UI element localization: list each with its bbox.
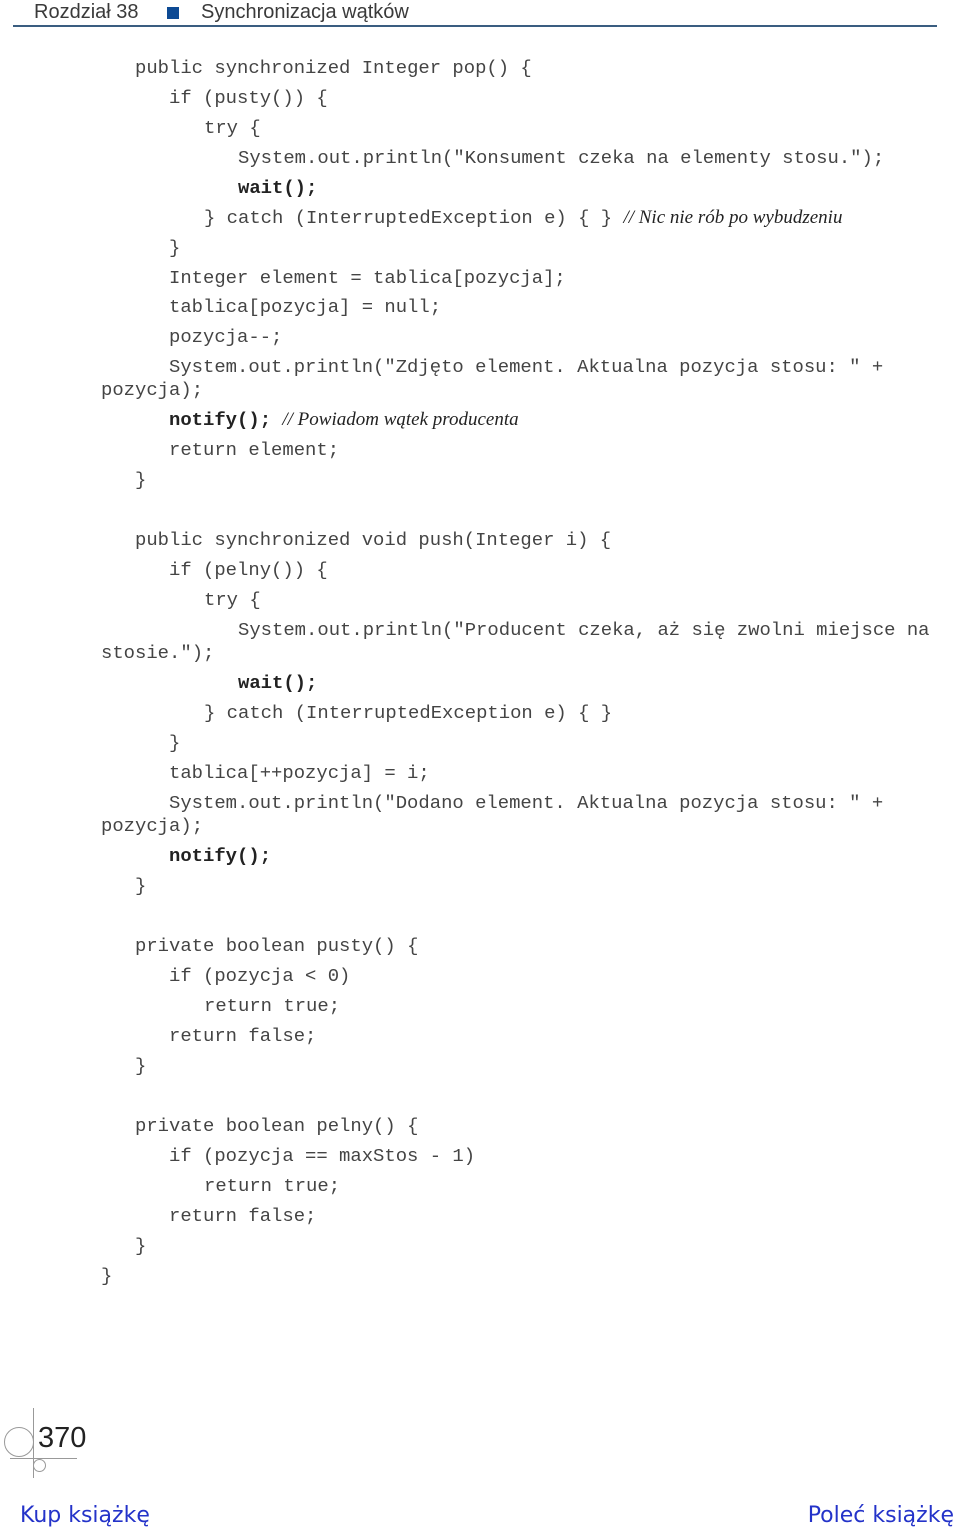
code-line: } [135, 1055, 147, 1077]
code-line: return true; [204, 995, 341, 1017]
code-line: } [169, 237, 181, 259]
recommend-book-link[interactable]: Poleć książkę [808, 1503, 954, 1528]
decorative-small-circle-icon [33, 1459, 46, 1472]
code-line-wait: wait(); [238, 672, 318, 694]
code-line: private boolean pusty() { [135, 935, 419, 957]
code-line: if (pelny()) { [169, 559, 328, 581]
code-line-wrapped: pozycja); [101, 815, 204, 837]
code-line: } catch (InterruptedException e) { } // … [204, 207, 842, 229]
code-line: } [169, 732, 181, 754]
decorative-circle-icon [4, 1427, 34, 1457]
code-line: } [135, 1235, 147, 1257]
code-line: Integer element = tablica[pozycja]; [169, 267, 566, 289]
code-line: } [135, 469, 147, 491]
code-line-wrapped: stosie."); [101, 642, 215, 664]
code-line: return element; [169, 439, 340, 461]
page-number-block: 370 [0, 1400, 120, 1480]
code-line: System.out.println("Dodano element. Aktu… [169, 792, 884, 814]
code-line-wait: wait(); [238, 177, 318, 199]
running-header: Rozdział 38 Synchronizacja wątków [0, 0, 960, 30]
code-line: pozycja--; [169, 326, 283, 348]
code-line: return true; [204, 1175, 341, 1197]
code-line: notify(); // Powiadom wątek producenta [169, 409, 519, 431]
chapter-number: Rozdział 38 [34, 1, 139, 23]
code-line-wrapped: pozycja); [101, 379, 204, 401]
buy-book-link[interactable]: Kup książkę [20, 1503, 150, 1528]
code-line: if (pozycja == maxStos - 1) [169, 1145, 476, 1167]
square-bullet-icon [167, 7, 179, 19]
code-line: try { [204, 589, 261, 611]
code-line: public synchronized void push(Integer i)… [135, 529, 612, 551]
code-line: } [135, 875, 147, 897]
code-line: return false; [169, 1025, 317, 1047]
code-line: if (pozycja < 0) [169, 965, 351, 987]
code-line: if (pusty()) { [169, 87, 328, 109]
code-line: System.out.println("Producent czeka, aż … [238, 619, 930, 641]
code-line: tablica[++pozycja] = i; [169, 762, 430, 784]
code-comment: // Nic nie rób po wybudzeniu [623, 207, 843, 228]
code-catch: } catch (InterruptedException e) { } [204, 207, 613, 229]
code-line: private boolean pelny() { [135, 1115, 419, 1137]
code-line: try { [204, 117, 261, 139]
code-notify: notify(); [169, 409, 272, 431]
code-line-notify: notify(); [169, 845, 272, 867]
page-number: 370 [38, 1422, 87, 1454]
code-line: return false; [169, 1205, 317, 1227]
code-line: System.out.println("Konsument czeka na e… [238, 147, 885, 169]
code-line: public synchronized Integer pop() { [135, 57, 532, 79]
code-line: tablica[pozycja] = null; [169, 296, 442, 318]
code-line: } catch (InterruptedException e) { } [204, 702, 613, 724]
code-line: System.out.println("Zdjęto element. Aktu… [169, 356, 884, 378]
code-comment: // Powiadom wątek producenta [282, 409, 519, 430]
chapter-title: Synchronizacja wątków [201, 1, 409, 23]
code-line: } [101, 1265, 113, 1287]
header-divider [13, 25, 937, 27]
decorative-horizontal-line [10, 1458, 77, 1459]
